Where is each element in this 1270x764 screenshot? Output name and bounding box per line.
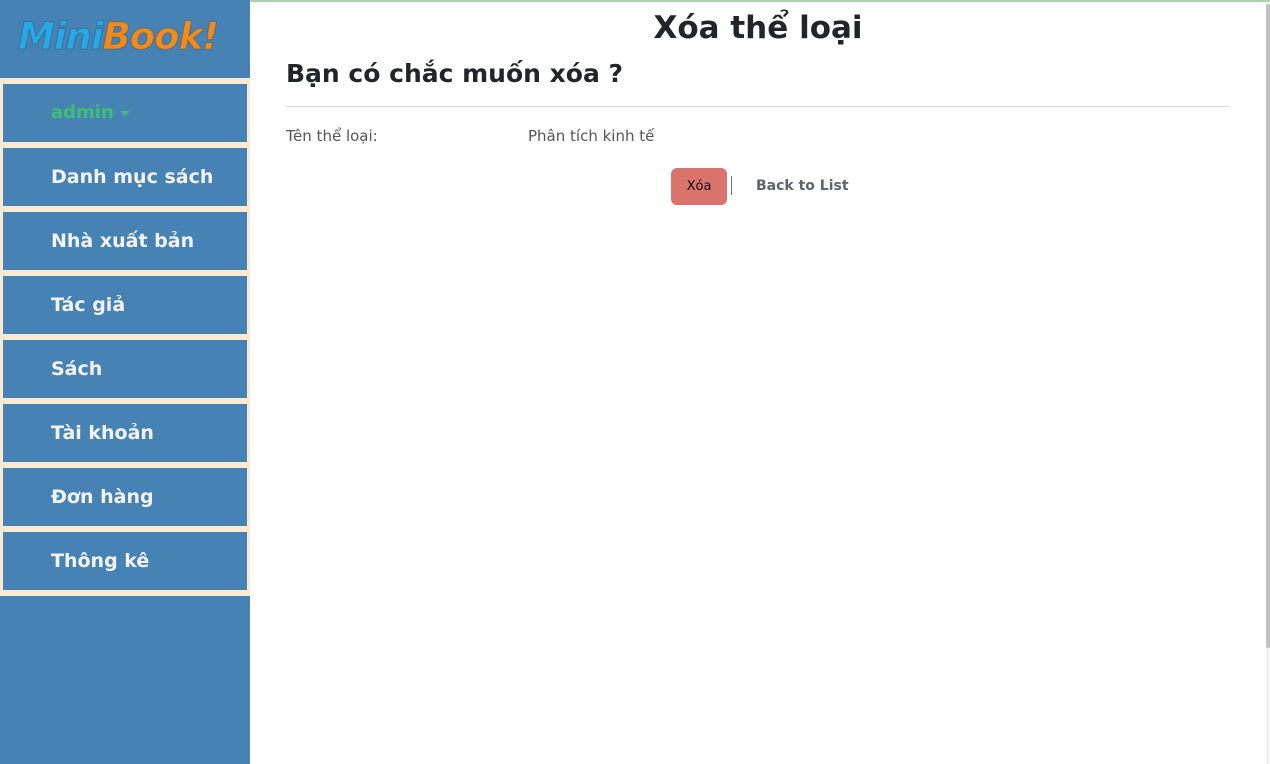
sidebar-item-orders[interactable]: Đơn hàng: [3, 468, 247, 526]
separator: [731, 176, 732, 195]
sidebar-item-categories[interactable]: Danh mục sách: [3, 148, 247, 206]
user-dropdown[interactable]: admin: [3, 84, 247, 142]
sidebar-menu: admin Danh mục sách Nhà xuất bản Tác giả…: [0, 78, 250, 596]
sidebar-item-authors[interactable]: Tác giả: [3, 276, 247, 334]
user-name: admin: [51, 102, 114, 123]
confirm-heading: Bạn có chắc muốn xóa ?: [286, 59, 624, 88]
logo-part-mini: Mini: [18, 15, 105, 59]
logo-part-book: Book!: [102, 15, 220, 59]
sidebar-item-publishers[interactable]: Nhà xuất bản: [3, 212, 247, 270]
sidebar: MiniBook! admin Danh mục sách Nhà xuất b…: [0, 0, 250, 764]
minibook-logo[interactable]: MiniBook!: [18, 14, 220, 60]
page-title: Xóa thể loại: [653, 10, 863, 46]
scrollbar-thumb[interactable]: [1266, 4, 1270, 648]
back-to-list-link[interactable]: Back to List: [756, 178, 849, 194]
divider: [286, 106, 1230, 107]
category-name-value: Phân tích kinh tế: [528, 127, 655, 145]
category-name-label: Tên thể loại:: [286, 127, 378, 145]
logo-area: MiniBook!: [0, 0, 250, 78]
sidebar-item-statistics[interactable]: Thông kê: [3, 532, 247, 590]
main-content: Xóa thể loại Bạn có chắc muốn xóa ? Tên …: [250, 2, 1266, 764]
caret-down-icon: [119, 110, 130, 116]
sidebar-item-accounts[interactable]: Tài khoản: [3, 404, 247, 462]
delete-button[interactable]: Xóa: [671, 168, 727, 205]
sidebar-item-books[interactable]: Sách: [3, 340, 247, 398]
